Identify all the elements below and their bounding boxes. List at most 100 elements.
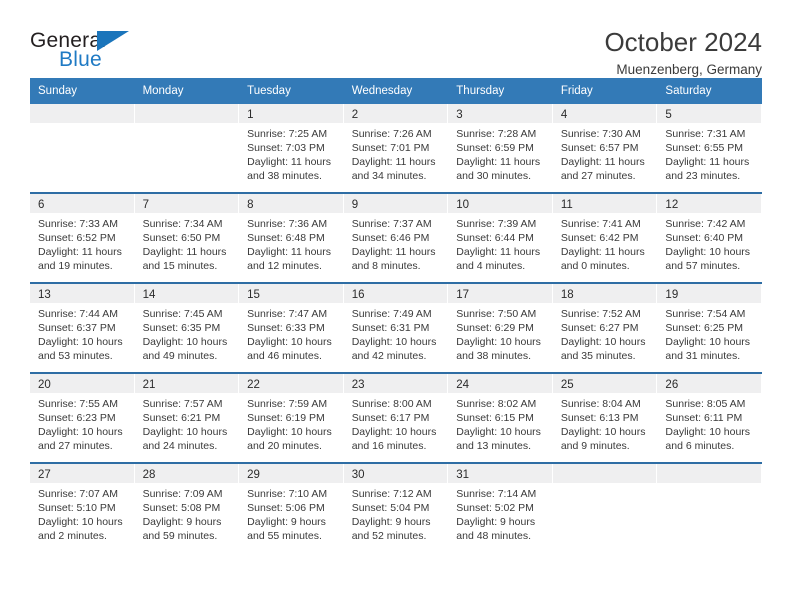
calendar-day-cell[interactable]: 11 Sunrise: 7:41 AM Sunset: 6:42 PM Dayligh…	[552, 194, 658, 283]
calendar-day-cell[interactable]: 2 Sunrise: 7:26 AM Sunset: 7:01 PM Daylight…	[343, 104, 449, 193]
day-number-band: 31	[448, 464, 552, 484]
sunset-text: Sunset: 6:40 PM	[665, 232, 744, 245]
day-number-band: 13	[30, 284, 134, 304]
day-number: 3	[456, 109, 463, 122]
calendar-day-cell[interactable]: 29 Sunrise: 7:10 AM Sunset: 5:06 PM Dayligh…	[239, 464, 344, 553]
calendar-day-cell[interactable]: 19 Sunrise: 7:54 AM Sunset: 6:25 PM Dayligh…	[657, 284, 762, 373]
general-blue-logo[interactable]: General Blue	[30, 28, 140, 76]
calendar-day-cell[interactable]: 5 Sunrise: 7:31 AM Sunset: 6:55 PM Daylight…	[657, 104, 762, 193]
daylight-text-line2: and 38 minutes.	[456, 350, 531, 363]
sunrise-text: Sunrise: 7:39 AM	[456, 218, 537, 231]
calendar-day-cell[interactable]: 9 Sunrise: 7:37 AM Sunset: 6:46 PM Daylight…	[343, 194, 449, 283]
day-number: 18	[560, 289, 574, 302]
sunset-text: Sunset: 6:27 PM	[560, 322, 639, 335]
calendar-day-cell[interactable]: 16 Sunrise: 7:49 AM Sunset: 6:31 PM Dayligh…	[343, 284, 449, 373]
calendar-day-cell[interactable]: 27 Sunrise: 7:07 AM Sunset: 5:10 PM Dayligh…	[30, 464, 135, 553]
page-title: October 2024	[604, 27, 762, 57]
daylight-text-line1: Daylight: 11 hours	[247, 156, 331, 169]
sunrise-text: Sunrise: 7:14 AM	[456, 488, 537, 501]
calendar-day-cell[interactable]: 4 Sunrise: 7:30 AM Sunset: 6:57 PM Daylight…	[552, 104, 658, 193]
sunrise-text: Sunrise: 7:50 AM	[456, 308, 537, 321]
daylight-text-line2: and 16 minutes.	[351, 440, 427, 453]
sunset-text: Sunset: 6:21 PM	[142, 412, 221, 425]
calendar-week-row: 20 Sunrise: 7:55 AM Sunset: 6:23 PM Dayligh…	[30, 372, 762, 463]
day-number-band: 2	[343, 104, 448, 124]
calendar-day-cell-empty	[657, 464, 762, 553]
daylight-text-line1: Daylight: 10 hours	[560, 426, 646, 439]
day-number-band	[134, 104, 239, 124]
calendar-day-cell[interactable]: 7 Sunrise: 7:34 AM Sunset: 6:50 PM Daylight…	[134, 194, 240, 283]
day-number: 21	[142, 379, 156, 392]
calendar-page: General Blue October 2024 Muenzenberg, G…	[0, 0, 792, 612]
sunset-text: Sunset: 6:55 PM	[665, 142, 744, 155]
calendar-day-cell[interactable]: 26 Sunrise: 8:05 AM Sunset: 6:11 PM Dayligh…	[657, 374, 762, 463]
day-number-band: 27	[30, 464, 134, 484]
daylight-text-line1: Daylight: 10 hours	[456, 426, 541, 439]
day-number-band: 25	[552, 374, 657, 394]
calendar-day-cell[interactable]: 17 Sunrise: 7:50 AM Sunset: 6:29 PM Dayligh…	[448, 284, 553, 373]
sunrise-text: Sunrise: 7:33 AM	[38, 218, 118, 231]
calendar-day-cell[interactable]: 14 Sunrise: 7:45 AM Sunset: 6:35 PM Dayligh…	[134, 284, 240, 373]
calendar-day-cell[interactable]: 8 Sunrise: 7:36 AM Sunset: 6:48 PM Daylight…	[239, 194, 344, 283]
day-number: 2	[351, 109, 359, 122]
day-number: 16	[351, 289, 365, 302]
calendar-day-cell[interactable]: 31 Sunrise: 7:14 AM Sunset: 5:02 PM Dayligh…	[448, 464, 553, 553]
daylight-text-line1: Daylight: 11 hours	[456, 156, 541, 169]
daylight-text-line1: Daylight: 11 hours	[560, 156, 645, 169]
calendar-day-cell[interactable]: 30 Sunrise: 7:12 AM Sunset: 5:04 PM Dayligh…	[343, 464, 449, 553]
sunset-text: Sunset: 6:44 PM	[456, 232, 534, 245]
calendar-day-cell[interactable]: 28 Sunrise: 7:09 AM Sunset: 5:08 PM Dayligh…	[134, 464, 240, 553]
calendar-week-row: 13 Sunrise: 7:44 AM Sunset: 6:37 PM Dayligh…	[30, 282, 762, 373]
calendar-day-cell[interactable]: 13 Sunrise: 7:44 AM Sunset: 6:37 PM Dayligh…	[30, 284, 135, 373]
calendar-day-cell[interactable]: 1 Sunrise: 7:25 AM Sunset: 7:03 PM Daylight…	[239, 104, 344, 193]
calendar-day-cell[interactable]: 15 Sunrise: 7:47 AM Sunset: 6:33 PM Dayligh…	[239, 284, 344, 373]
daylight-text-line1: Daylight: 10 hours	[142, 426, 228, 439]
day-number-band	[30, 104, 134, 124]
day-sun-info: Sunrise: 7:33 AM Sunset: 6:52 PM Daylight:…	[30, 213, 134, 273]
sunset-text: Sunset: 6:15 PM	[456, 412, 534, 425]
calendar-day-cell[interactable]: 18 Sunrise: 7:52 AM Sunset: 6:27 PM Dayligh…	[552, 284, 658, 373]
calendar-day-cell[interactable]: 21 Sunrise: 7:57 AM Sunset: 6:21 PM Dayligh…	[134, 374, 240, 463]
title-block: October 2024 Muenzenberg, Germany	[604, 27, 762, 78]
sunset-text: Sunset: 6:35 PM	[142, 322, 221, 335]
daylight-text-line1: Daylight: 11 hours	[247, 246, 331, 259]
day-sun-info: Sunrise: 7:47 AM Sunset: 6:33 PM Daylight:…	[239, 303, 343, 363]
calendar-day-cell[interactable]: 23 Sunrise: 8:00 AM Sunset: 6:17 PM Dayligh…	[343, 374, 449, 463]
day-sun-info: Sunrise: 7:10 AM Sunset: 5:06 PM Daylight:…	[239, 483, 343, 543]
calendar-day-cell-empty	[134, 104, 240, 193]
day-number-band	[552, 464, 657, 484]
day-sun-info: Sunrise: 7:41 AM Sunset: 6:42 PM Daylight:…	[553, 213, 657, 273]
calendar-day-cell[interactable]: 3 Sunrise: 7:28 AM Sunset: 6:59 PM Daylight…	[448, 104, 553, 193]
daylight-text-line2: and 23 minutes.	[665, 170, 741, 183]
sunrise-text: Sunrise: 7:12 AM	[351, 488, 432, 501]
calendar-day-cell[interactable]: 12 Sunrise: 7:42 AM Sunset: 6:40 PM Dayligh…	[657, 194, 762, 283]
day-number: 10	[456, 199, 470, 212]
daylight-text-line2: and 48 minutes.	[456, 530, 531, 543]
daylight-text-line2: and 34 minutes.	[351, 170, 427, 183]
sunrise-text: Sunrise: 7:57 AM	[142, 398, 223, 411]
day-sun-info: Sunrise: 7:12 AM Sunset: 5:04 PM Daylight:…	[344, 483, 448, 543]
daylight-text-line2: and 0 minutes.	[560, 260, 630, 273]
day-sun-info: Sunrise: 7:30 AM Sunset: 6:57 PM Daylight:…	[553, 123, 657, 183]
day-number: 7	[142, 199, 149, 212]
calendar-day-cell[interactable]: 6 Sunrise: 7:33 AM Sunset: 6:52 PM Daylight…	[30, 194, 135, 283]
calendar-grid: Sunday Monday Tuesday Wednesday Thursday Frid…	[30, 78, 762, 553]
daylight-text-line2: and 12 minutes.	[247, 260, 322, 273]
calendar-day-cell[interactable]: 10 Sunrise: 7:39 AM Sunset: 6:44 PM Dayligh…	[448, 194, 553, 283]
day-number: 30	[351, 469, 365, 482]
calendar-day-cell-empty	[30, 104, 135, 193]
weekday-header-wednesday: Wednesday	[351, 85, 413, 97]
sunrise-text: Sunrise: 7:30 AM	[560, 128, 641, 141]
calendar-day-cell[interactable]: 25 Sunrise: 8:04 AM Sunset: 6:13 PM Dayligh…	[552, 374, 658, 463]
sunrise-text: Sunrise: 7:59 AM	[247, 398, 328, 411]
weekday-header-monday: Monday	[142, 85, 184, 97]
sunset-text: Sunset: 6:50 PM	[142, 232, 221, 245]
calendar-day-cell[interactable]: 20 Sunrise: 7:55 AM Sunset: 6:23 PM Dayligh…	[30, 374, 135, 463]
day-number: 12	[665, 199, 679, 212]
day-sun-info: Sunrise: 7:42 AM Sunset: 6:40 PM Daylight:…	[657, 213, 761, 273]
day-number-band	[657, 464, 761, 484]
daylight-text-line1: Daylight: 10 hours	[38, 516, 123, 529]
calendar-day-cell[interactable]: 24 Sunrise: 8:02 AM Sunset: 6:15 PM Dayligh…	[448, 374, 553, 463]
calendar-day-cell[interactable]: 22 Sunrise: 7:59 AM Sunset: 6:19 PM Dayligh…	[239, 374, 344, 463]
sunset-text: Sunset: 6:31 PM	[351, 322, 430, 335]
